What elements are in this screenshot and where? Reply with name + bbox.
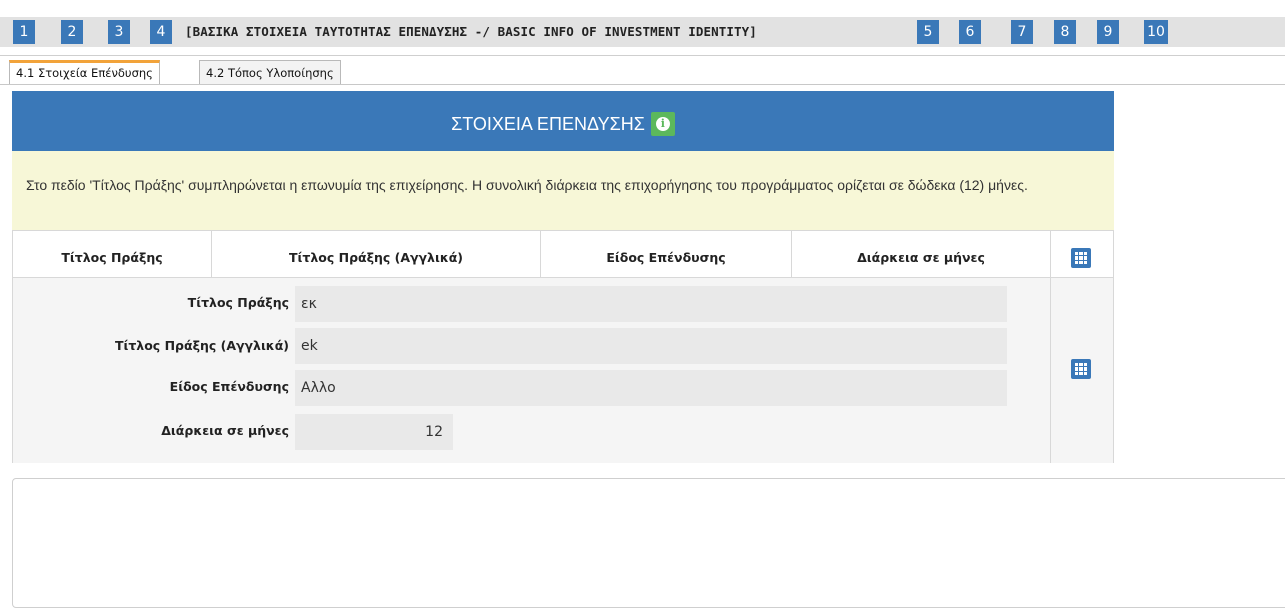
column-header-title: Τίτλος Πράξης [13, 231, 212, 277]
investment-table: Τίτλος Πράξης Τίτλος Πράξης (Αγγλικά) Εί… [12, 230, 1114, 463]
field-value-investment-type: Αλλο [295, 370, 1007, 406]
column-header-title-english: Τίτλος Πράξης (Αγγλικά) [212, 231, 541, 277]
step-5-button[interactable]: 5 [917, 20, 939, 44]
tabs-divider [0, 84, 1285, 85]
info-notice: Στο πεδίο 'Τίτλος Πράξης' συμπληρώνεται … [12, 151, 1114, 230]
step-2-button[interactable]: 2 [61, 20, 83, 44]
tab-investment-details[interactable]: 4.1 Στοιχεία Επένδυσης [9, 60, 160, 84]
panel-title: ΣΤΟΙΧΕΙΑ ΕΠΕΝΔΥΣΗΣ [451, 114, 645, 134]
step-7-button[interactable]: 7 [1011, 20, 1033, 44]
grid-icon[interactable] [1071, 248, 1091, 268]
field-value-title: εκ [295, 286, 1007, 322]
step-3-button[interactable]: 3 [108, 20, 130, 44]
step-8-button[interactable]: 8 [1054, 20, 1076, 44]
step-9-button[interactable]: 9 [1097, 20, 1119, 44]
current-step-title: [ΒΑΣΙΚΑ ΣΤΟΙΧΕΙΑ ΤΑΥΤΟΤΗΤΑΣ ΕΠΕΝΔΥΣΗΣ -/… [185, 24, 757, 39]
step-10-button[interactable]: 10 [1144, 20, 1168, 44]
comments-textarea[interactable] [12, 478, 1285, 608]
row-divider [1050, 278, 1051, 463]
step-navigation: 1 2 3 4 [ΒΑΣΙΚΑ ΣΤΟΙΧΕΙΑ ΤΑΥΤΟΤΗΤΑΣ ΕΠΕΝ… [0, 0, 1285, 56]
panel-header: ΣΤΟΙΧΕΙΑ ΕΠΕΝΔΥΣΗΣ i [12, 91, 1114, 151]
step-bar-divider [0, 55, 1285, 56]
column-header-duration: Διάρκεια σε μήνες [792, 231, 1051, 277]
field-label-duration: Διάρκεια σε μήνες [161, 423, 289, 438]
step-1-button[interactable]: 1 [13, 20, 35, 44]
step-4-button[interactable]: 4 [150, 20, 172, 44]
info-icon[interactable]: i [650, 112, 675, 136]
table-header: Τίτλος Πράξης Τίτλος Πράξης (Αγγλικά) Εί… [13, 231, 1113, 278]
tab-implementation-location[interactable]: 4.2 Τόπος Υλοποίησης [199, 60, 341, 84]
row-grid-icon[interactable] [1071, 359, 1091, 379]
field-label-title-english: Τίτλος Πράξης (Αγγλικά) [114, 338, 289, 353]
field-label-investment-type: Είδος Επένδυσης [169, 379, 289, 394]
field-value-duration: 12 [295, 414, 453, 450]
field-label-title: Τίτλος Πράξης [187, 295, 289, 310]
column-header-investment-type: Είδος Επένδυσης [541, 231, 792, 277]
step-6-button[interactable]: 6 [959, 20, 981, 44]
field-value-title-english: ek [295, 328, 1007, 364]
table-row: Τίτλος Πράξης εκ Τίτλος Πράξης (Αγγλικά)… [13, 278, 1113, 463]
